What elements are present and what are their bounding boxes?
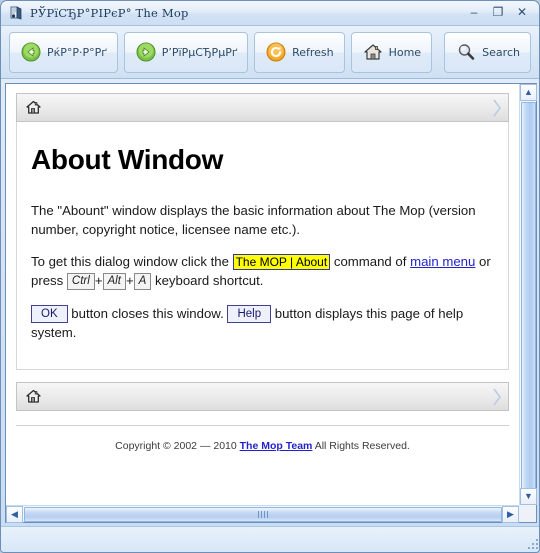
- minimize-button[interactable]: –: [463, 3, 485, 22]
- scroll-left-button[interactable]: ◀: [6, 506, 23, 523]
- refresh-icon: [266, 42, 286, 62]
- document-client-area: About Window The "Abount" window display…: [5, 83, 537, 523]
- scroll-up-button[interactable]: ▲: [520, 84, 537, 101]
- paragraph-buttons: OK button closes this window. Help butto…: [31, 304, 496, 342]
- forward-arrow-icon: [136, 42, 156, 62]
- back-arrow-icon: [21, 42, 41, 62]
- chevron-right-icon: ▶: [507, 509, 514, 519]
- key-a: A: [133, 273, 152, 291]
- help-button-reference[interactable]: Help: [227, 304, 272, 323]
- chevron-up-icon: ▲: [524, 87, 533, 97]
- forward-button[interactable]: Р’РїРµСЂРµРґ: [123, 31, 249, 73]
- vertical-scroll-thumb[interactable]: [521, 102, 536, 500]
- main-menu-link[interactable]: main menu: [410, 254, 475, 269]
- scroll-right-button[interactable]: ▶: [502, 506, 519, 523]
- scrollbar-corner: [519, 505, 536, 522]
- paragraph-description: The "Abount" window displays the basic i…: [31, 203, 476, 237]
- mop-team-link[interactable]: The Mop Team: [240, 440, 313, 452]
- home-icon: [363, 42, 383, 62]
- breadcrumb-chevron-right-icon[interactable]: [490, 96, 504, 120]
- refresh-button[interactable]: Refresh: [254, 31, 345, 73]
- plus-sign-2: +: [125, 273, 134, 289]
- copyright-after-text: All Rights Reserved.: [312, 440, 410, 452]
- page-title: About Window: [31, 144, 224, 175]
- back-button[interactable]: РќР°Р·Р°Рґ: [9, 31, 118, 73]
- ok-button-reference[interactable]: OK: [31, 304, 68, 323]
- search-button-label: Search: [482, 45, 520, 59]
- scroll-thumb-grip-icon: [258, 511, 268, 518]
- copyright-before-text: Copyright © 2002 — 2010: [115, 440, 240, 452]
- help-page: About Window The "Abount" window display…: [16, 122, 509, 370]
- chevron-left-icon: ◀: [11, 509, 18, 519]
- text-after-command: command of: [330, 254, 411, 270]
- forward-button-label: Р’РїРµСЂРµРґ: [161, 45, 238, 59]
- minimize-icon: –: [470, 4, 478, 19]
- key-alt: Alt: [102, 273, 126, 291]
- breadcrumb-home-icon[interactable]: [25, 99, 42, 116]
- maximize-button[interactable]: ❐: [487, 3, 509, 22]
- breadcrumb-bottom-home-icon[interactable]: [25, 388, 42, 405]
- help-book-icon: [8, 5, 24, 21]
- footer-copyright: Copyright © 2002 — 2010 The Mop Team All…: [16, 426, 509, 452]
- document-viewport: About Window The "Abount" window display…: [6, 84, 519, 505]
- window-title: РЎРїСЂР°РІРєР° The Mop: [30, 6, 189, 20]
- key-ctrl: Ctrl: [66, 273, 95, 291]
- status-bar: [1, 526, 539, 552]
- refresh-button-label: Refresh: [292, 45, 334, 59]
- resize-grip-icon[interactable]: [526, 537, 538, 549]
- magnifier-icon: [456, 42, 476, 62]
- document-content: About Window The "Abount" window display…: [6, 84, 519, 452]
- window-controls: – ❐ ✕: [463, 3, 533, 22]
- search-button[interactable]: Search: [444, 31, 531, 73]
- breadcrumb-bottom-chevron-right-icon[interactable]: [490, 385, 504, 409]
- horizontal-scrollbar[interactable]: ◀ ▶: [6, 505, 519, 523]
- horizontal-scroll-thumb[interactable]: [24, 507, 502, 522]
- breadcrumb-top[interactable]: [16, 93, 509, 122]
- paragraph-invoke: To get this dialog window click the The …: [31, 253, 496, 291]
- plus-sign-1: +: [94, 273, 103, 289]
- text-between-buttons: button closes this window.: [67, 305, 228, 321]
- text-shortcut-tail: keyboard shortcut.: [151, 273, 264, 289]
- title-bar: РЎРїСЂР°РІРєР° The Mop – ❐ ✕: [1, 1, 539, 26]
- help-viewer-window: РЎРїСЂР°РІРєР° The Mop – ❐ ✕ РќР°Р·Р°Рґ …: [0, 0, 540, 553]
- back-button-label: РќР°Р·Р°Рґ: [47, 45, 108, 59]
- vertical-scrollbar[interactable]: ▲ ▼: [519, 84, 537, 505]
- menu-command-highlight: The MOP | About: [232, 254, 331, 271]
- close-button[interactable]: ✕: [511, 3, 533, 22]
- home-button[interactable]: Home: [350, 31, 433, 73]
- home-button-label: Home: [388, 45, 422, 59]
- toolbar: РќР°Р·Р°Рґ Р’РїРµСЂРµРґ Refresh Home Sea…: [1, 26, 539, 79]
- scroll-down-button[interactable]: ▼: [520, 488, 537, 505]
- maximize-icon: ❐: [492, 4, 504, 19]
- text-before-command: To get this dialog window click the: [31, 254, 233, 270]
- close-icon: ✕: [516, 4, 528, 19]
- breadcrumb-bottom[interactable]: [16, 382, 509, 411]
- chevron-down-icon: ▼: [524, 491, 533, 501]
